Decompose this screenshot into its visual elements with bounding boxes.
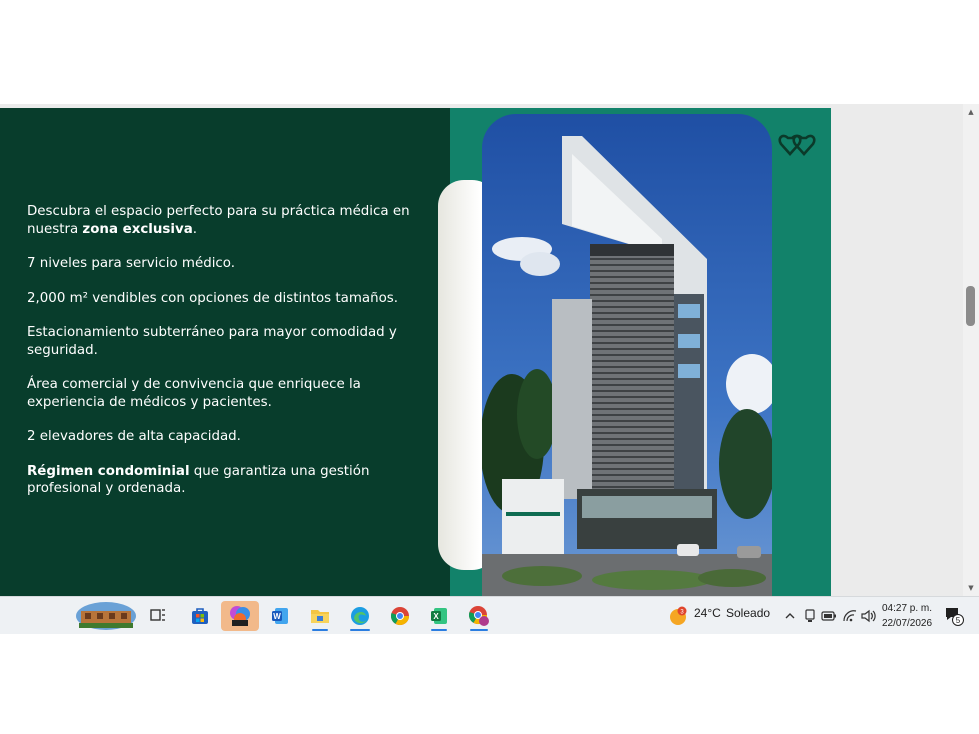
weather-button[interactable]: 3 — [668, 601, 688, 631]
file-explorer-button[interactable] — [304, 601, 336, 631]
weather-condition[interactable]: Soleado — [726, 606, 770, 620]
battery-button[interactable] — [820, 601, 838, 631]
svg-text:W: W — [273, 612, 281, 621]
network-button[interactable] — [841, 601, 859, 631]
document-viewport[interactable]: Descubra el espacio perfecto para su prá… — [0, 104, 979, 596]
building-render-image — [482, 114, 772, 596]
excel-button[interactable]: X — [423, 601, 455, 631]
taskbar-clock[interactable]: 04:27 p. m. 22/07/2026 — [882, 601, 932, 631]
running-indicator — [431, 629, 447, 631]
edge-button[interactable] — [342, 601, 378, 631]
clock-date: 22/07/2026 — [882, 618, 933, 629]
volume-button[interactable] — [860, 601, 878, 631]
word-icon: W — [272, 608, 288, 624]
double-heart-logo-icon — [778, 134, 816, 156]
folder-icon — [311, 610, 329, 623]
chevron-up-icon — [785, 613, 795, 619]
store-button[interactable] — [186, 601, 214, 631]
copilot-icon — [230, 606, 250, 626]
svg-text:5: 5 — [956, 616, 961, 625]
clock-time: 04:27 p. m. — [882, 603, 933, 614]
speaker-icon — [861, 609, 876, 623]
svg-text:X: X — [433, 612, 439, 621]
feature-paragraph: Estacionamiento subterráneo para mayor c… — [27, 325, 397, 358]
notifications-button[interactable]: 5 — [942, 601, 966, 631]
excel-icon: X — [431, 608, 447, 624]
windows-taskbar: W X 3 24°C Soleado 04:27 p. m. 22/07/202… — [0, 596, 979, 635]
copilot-button[interactable] — [221, 601, 259, 631]
wifi-icon — [843, 610, 857, 622]
battery-icon — [821, 611, 836, 621]
feature-paragraph: 2,000 m² vendibles con opciones de disti… — [27, 290, 398, 306]
running-indicator — [312, 629, 328, 631]
top-blank-area — [0, 0, 979, 104]
show-hidden-icons-button[interactable] — [782, 601, 798, 631]
chrome-icon — [390, 607, 409, 626]
feature-paragraph: Área comercial y de convivencia que enri… — [27, 377, 361, 410]
feature-paragraph: Régimen condominial que garantiza una ge… — [27, 463, 370, 497]
running-indicator — [470, 629, 488, 631]
sun-icon: 3 — [670, 606, 687, 625]
weather-temperature[interactable]: 24°C — [694, 606, 721, 620]
edge-icon — [351, 607, 369, 625]
vertical-scrollbar[interactable]: ▲ ▼ — [963, 104, 979, 596]
feature-paragraph: Descubra el espacio perfecto para su prá… — [27, 204, 410, 237]
slide-feature-list: Descubra el espacio perfecto para su prá… — [27, 203, 422, 515]
task-view-icon — [150, 609, 165, 621]
chrome-profile-button[interactable] — [462, 601, 496, 631]
word-button[interactable]: W — [266, 601, 294, 631]
feature-paragraph: 2 elevadores de alta capacidad. — [27, 429, 241, 444]
feature-paragraph: 7 niveles para servicio médico. — [27, 256, 235, 271]
device-icon — [805, 609, 815, 622]
notification-icon: 5 — [946, 608, 964, 626]
scroll-down-icon[interactable]: ▼ — [963, 582, 979, 594]
meet-now-button[interactable] — [802, 601, 818, 631]
bottom-blank-area — [0, 634, 979, 734]
scroll-up-icon[interactable]: ▲ — [963, 106, 979, 118]
chrome-profile-icon — [468, 606, 489, 626]
presentation-slide: Descubra el espacio perfecto para su prá… — [0, 108, 831, 596]
chrome-button[interactable] — [384, 601, 416, 631]
landscape-thumbnail-icon — [76, 602, 136, 630]
task-view-button[interactable] — [146, 601, 170, 631]
running-indicator — [350, 629, 370, 631]
scrollbar-thumb[interactable] — [966, 286, 975, 326]
page-margin — [831, 108, 963, 596]
store-icon — [192, 608, 208, 624]
widgets-button[interactable] — [74, 601, 138, 631]
